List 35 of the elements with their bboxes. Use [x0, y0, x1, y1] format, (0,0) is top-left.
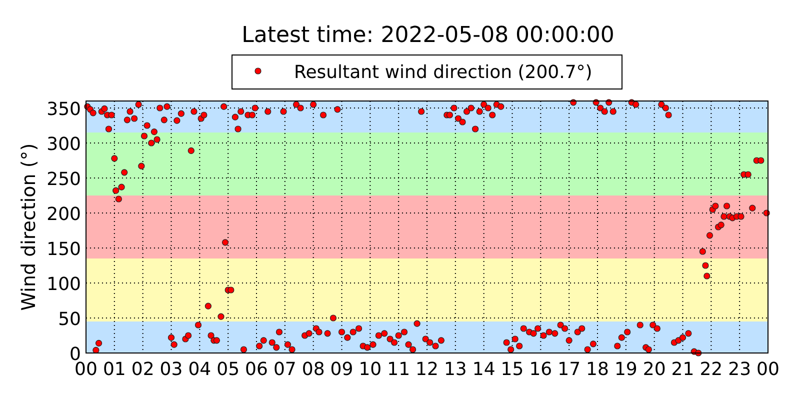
- x-tick-label: 09: [330, 359, 354, 380]
- x-tick-label: 14: [472, 359, 496, 380]
- y-tick-label: 300: [46, 134, 81, 155]
- y-tick-label: 150: [46, 239, 81, 260]
- x-tick-label: 05: [216, 359, 240, 380]
- y-tick-label: 50: [58, 309, 81, 330]
- x-tick-label: 16: [529, 359, 552, 380]
- legend-label: Resultant wind direction (200.7°): [294, 62, 592, 83]
- x-tick-label: 13: [444, 359, 467, 380]
- x-tick-label: 18: [586, 359, 609, 380]
- y-tick-label: 250: [46, 169, 81, 190]
- x-tick-label: 03: [160, 359, 183, 380]
- x-tick-label: 08: [302, 359, 325, 380]
- y-tick-label: 350: [46, 99, 81, 120]
- x-tick-label: 00: [756, 359, 780, 380]
- x-tick-label: 19: [614, 359, 638, 380]
- x-tick-label: 00: [74, 359, 98, 380]
- y-tick-label: 200: [46, 204, 81, 225]
- x-tick-label: 17: [558, 359, 581, 380]
- x-tick-label: 10: [358, 359, 382, 380]
- x-tick-label: 02: [131, 359, 154, 380]
- chart-title: Latest time: 2022-05-08 00:00:00: [242, 23, 614, 48]
- y-axis-label: Wind direction (°): [18, 143, 40, 311]
- x-tick-label: 22: [700, 359, 723, 380]
- x-tick-label: 01: [102, 359, 126, 380]
- x-tick-label: 11: [387, 359, 410, 380]
- y-tick-label: 100: [46, 274, 81, 295]
- x-tick-label: 15: [500, 359, 524, 380]
- x-tick-label: 20: [642, 359, 666, 380]
- x-tick-label: 07: [273, 359, 296, 380]
- x-tick-label: 21: [671, 359, 694, 380]
- x-tick-label: 04: [188, 359, 212, 380]
- x-tick-label: 06: [245, 359, 268, 380]
- x-tick-label: 12: [416, 359, 438, 380]
- x-tick-label: 23: [728, 359, 752, 380]
